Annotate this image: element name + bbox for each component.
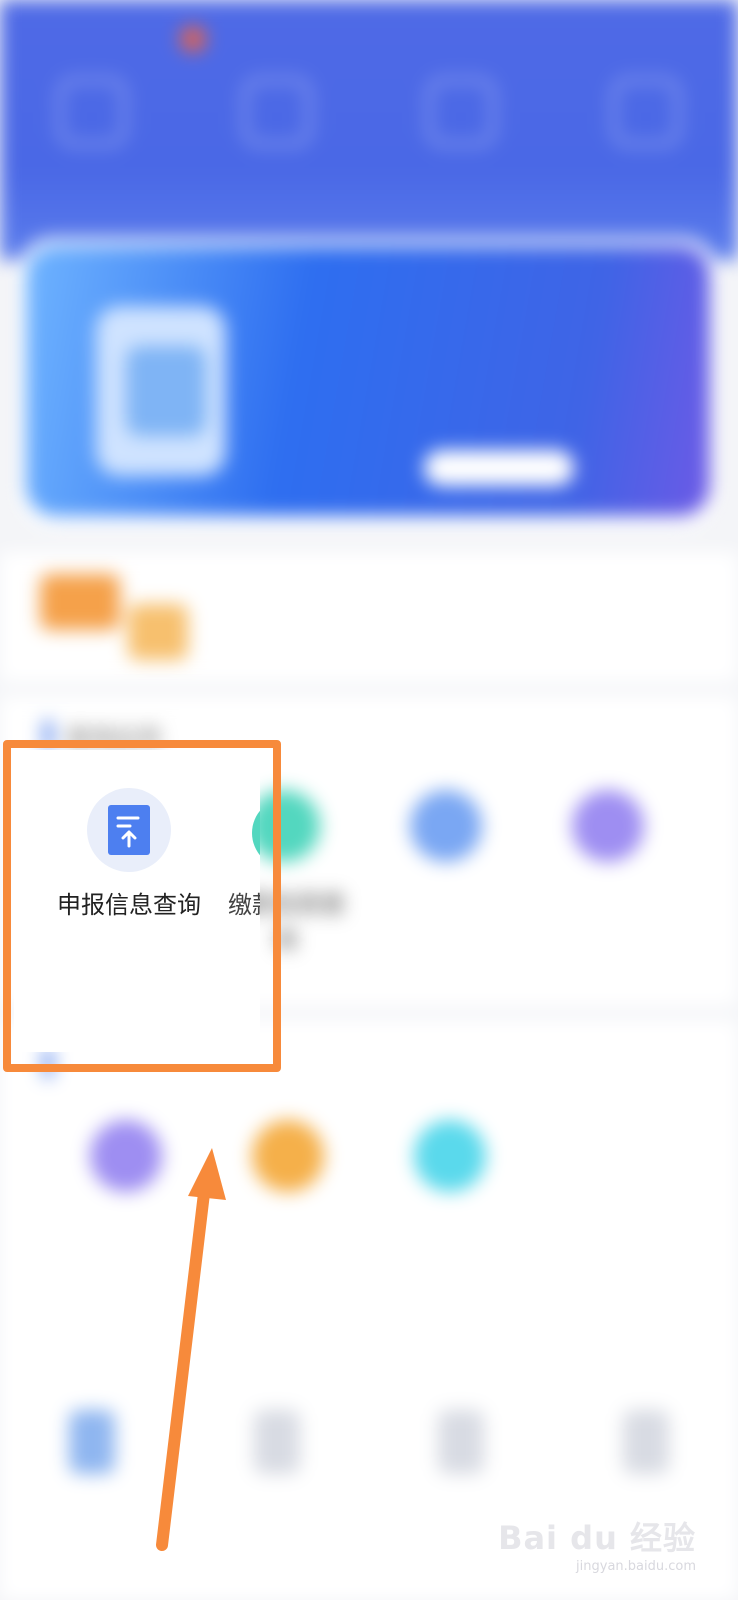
baidu-jingyan-watermark: Bai du 经验 jingyan.baidu.com [498, 1513, 696, 1574]
watermark-sub: jingyan.baidu.com [576, 1559, 696, 1574]
annotation-arrow [156, 1148, 226, 1551]
watermark-main: Bai du 经验 [498, 1519, 696, 1557]
